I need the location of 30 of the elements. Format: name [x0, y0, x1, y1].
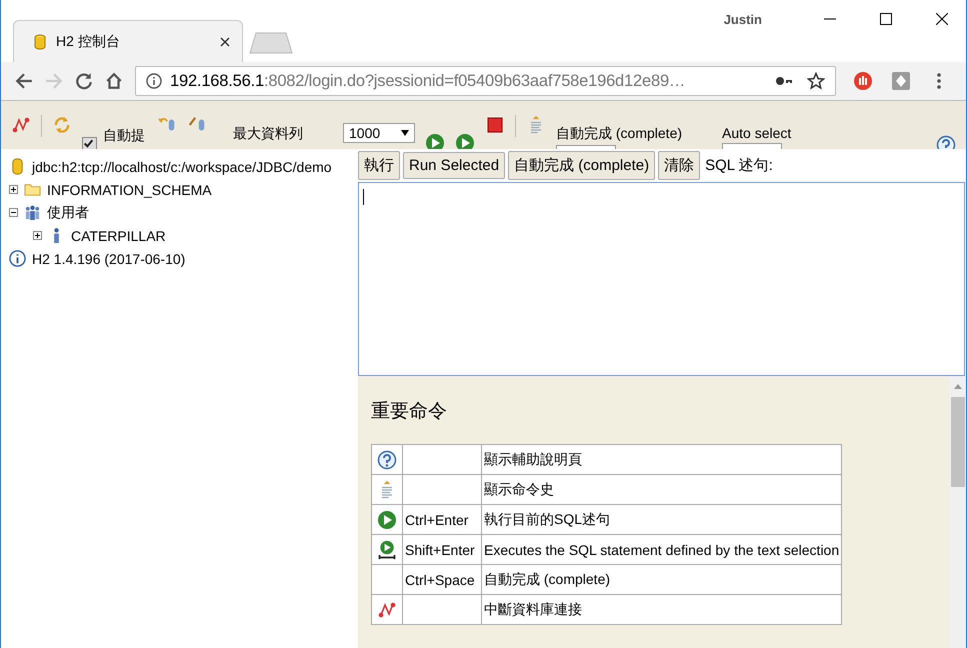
command-description: 顯示輔助說明頁 — [484, 450, 582, 466]
browser-tab[interactable]: H2 控制台 — [13, 20, 243, 62]
tab-title: H2 控制台 — [56, 32, 121, 50]
help-title: 重要命令 — [371, 399, 448, 424]
autocommit-label: 自動提 — [103, 127, 146, 145]
sql-button[interactable]: 清除 — [658, 151, 700, 180]
tree-item[interactable]: INFORMATION_SCHEMA — [47, 182, 212, 198]
address-bar[interactable]: 192.168.56.1:8082/login.do?jsessionid=f05409b63aaf758e196d12e89… — [135, 66, 836, 96]
sql-label: SQL 述句: — [705, 156, 773, 175]
tree-item[interactable]: CATERPILLAR — [71, 228, 166, 244]
tree-item[interactable]: jdbc:h2:tcp://localhost/c:/workspace/JDBC/demo — [32, 158, 332, 174]
max-rows-label: 最大資料列 — [233, 125, 303, 143]
sql-button[interactable]: 執行 — [358, 151, 400, 180]
max-rows-select[interactable]: 1000 — [343, 123, 415, 143]
autocomplete-label: 自動完成 (complete) — [556, 125, 682, 143]
sql-button[interactable]: Run Selected — [403, 152, 506, 179]
sql-button[interactable]: 自動完成 (complete) — [508, 151, 656, 180]
shortcut-key: Ctrl+Space — [405, 572, 475, 588]
shortcut-key: Ctrl+Enter — [405, 512, 468, 528]
command-description: 顯示命令史 — [484, 480, 554, 496]
command-description: 自動完成 (complete) — [484, 570, 610, 586]
command-description: 中斷資料庫連接 — [484, 600, 582, 616]
auto-select-label: Auto select — [722, 125, 792, 141]
profile-name[interactable]: Justin — [724, 12, 762, 27]
shortcut-key: Shift+Enter — [405, 542, 475, 558]
tree-item[interactable]: 使用者 — [47, 204, 89, 222]
tree-item[interactable]: H2 1.4.196 (2017-06-10) — [32, 250, 186, 266]
command-description: 執行目前的SQL述句 — [484, 510, 610, 526]
url-text: 192.168.56.1:8082/login.do?jsessionid=f05409b63aaf758e196d12e89… — [170, 72, 686, 90]
command-description: Executes the SQL statement defined by the text selection — [484, 542, 840, 558]
